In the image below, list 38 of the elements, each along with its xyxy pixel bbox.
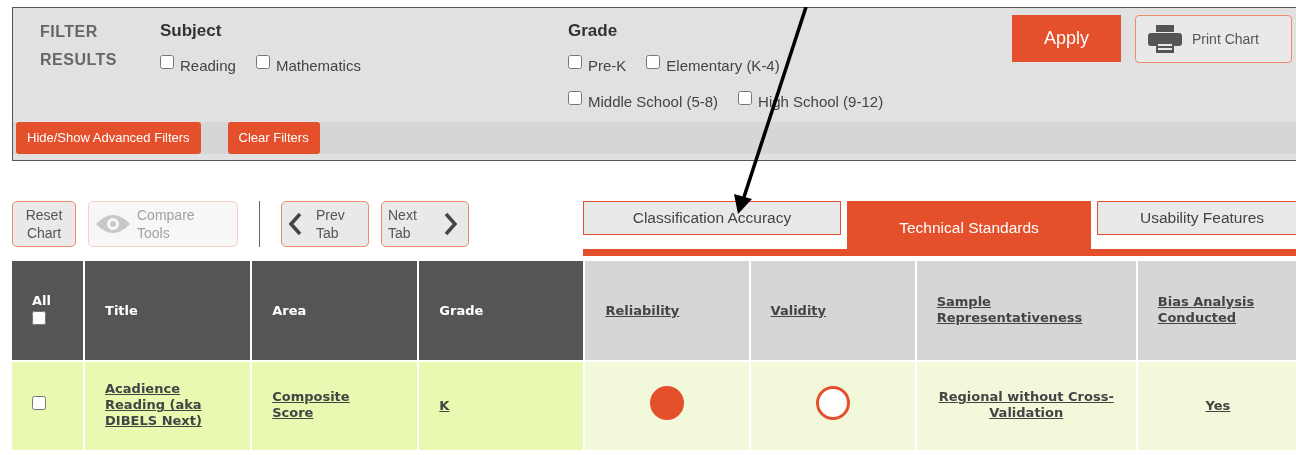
checkbox-label: Mathematics [275,55,361,76]
eye-icon [95,214,131,234]
chevron-right-icon [444,212,458,236]
checkbox[interactable] [568,91,582,105]
printer-icon [1148,25,1182,53]
reset-chart-button[interactable]: Reset Chart [12,201,76,247]
tab[interactable]: Technical Standards [847,201,1091,249]
checkbox[interactable] [255,54,270,69]
table-cell-link[interactable]: Yes [1205,398,1231,415]
column-header: Grade [439,302,484,318]
checkbox[interactable] [32,396,46,411]
column-header: All [32,292,52,310]
print-chart-button[interactable]: Print Chart [1135,15,1292,63]
next-tab-button[interactable]: Next Tab [381,201,469,247]
checkbox[interactable] [160,54,174,69]
checkbox-label: Reading [180,55,236,76]
checkbox-label: Elementary (K-4) [666,55,780,76]
clear-filters-button[interactable]: Clear Filters [227,122,320,154]
checkbox[interactable] [646,54,661,69]
checkbox[interactable] [738,91,753,105]
checkbox[interactable] [568,54,582,69]
checkbox-label: Pre-K [588,55,627,76]
tab[interactable]: Usability Features [1097,201,1296,235]
tab[interactable]: Classification Accuracy [583,201,841,235]
column-header-link[interactable]: Reliability [605,302,680,319]
filter-heading: FILTER RESULTS [40,22,118,70]
filter-group-label: Grade [568,20,619,42]
prev-tab-button[interactable]: Prev Tab [281,201,369,247]
checkbox[interactable] [32,310,46,325]
apply-button[interactable]: Apply [1012,15,1121,62]
chevron-left-icon [288,212,302,236]
column-header: Title [105,302,138,318]
table-cell-link[interactable]: K [439,398,450,415]
column-header-link[interactable]: Validity [770,302,827,319]
advanced-filters-button[interactable]: Hide/Show Advanced Filters [16,122,201,154]
column-header: Area [272,302,307,318]
checkbox-label: Middle School (5-8) [588,92,719,112]
filter-group-label: Subject [160,20,223,42]
